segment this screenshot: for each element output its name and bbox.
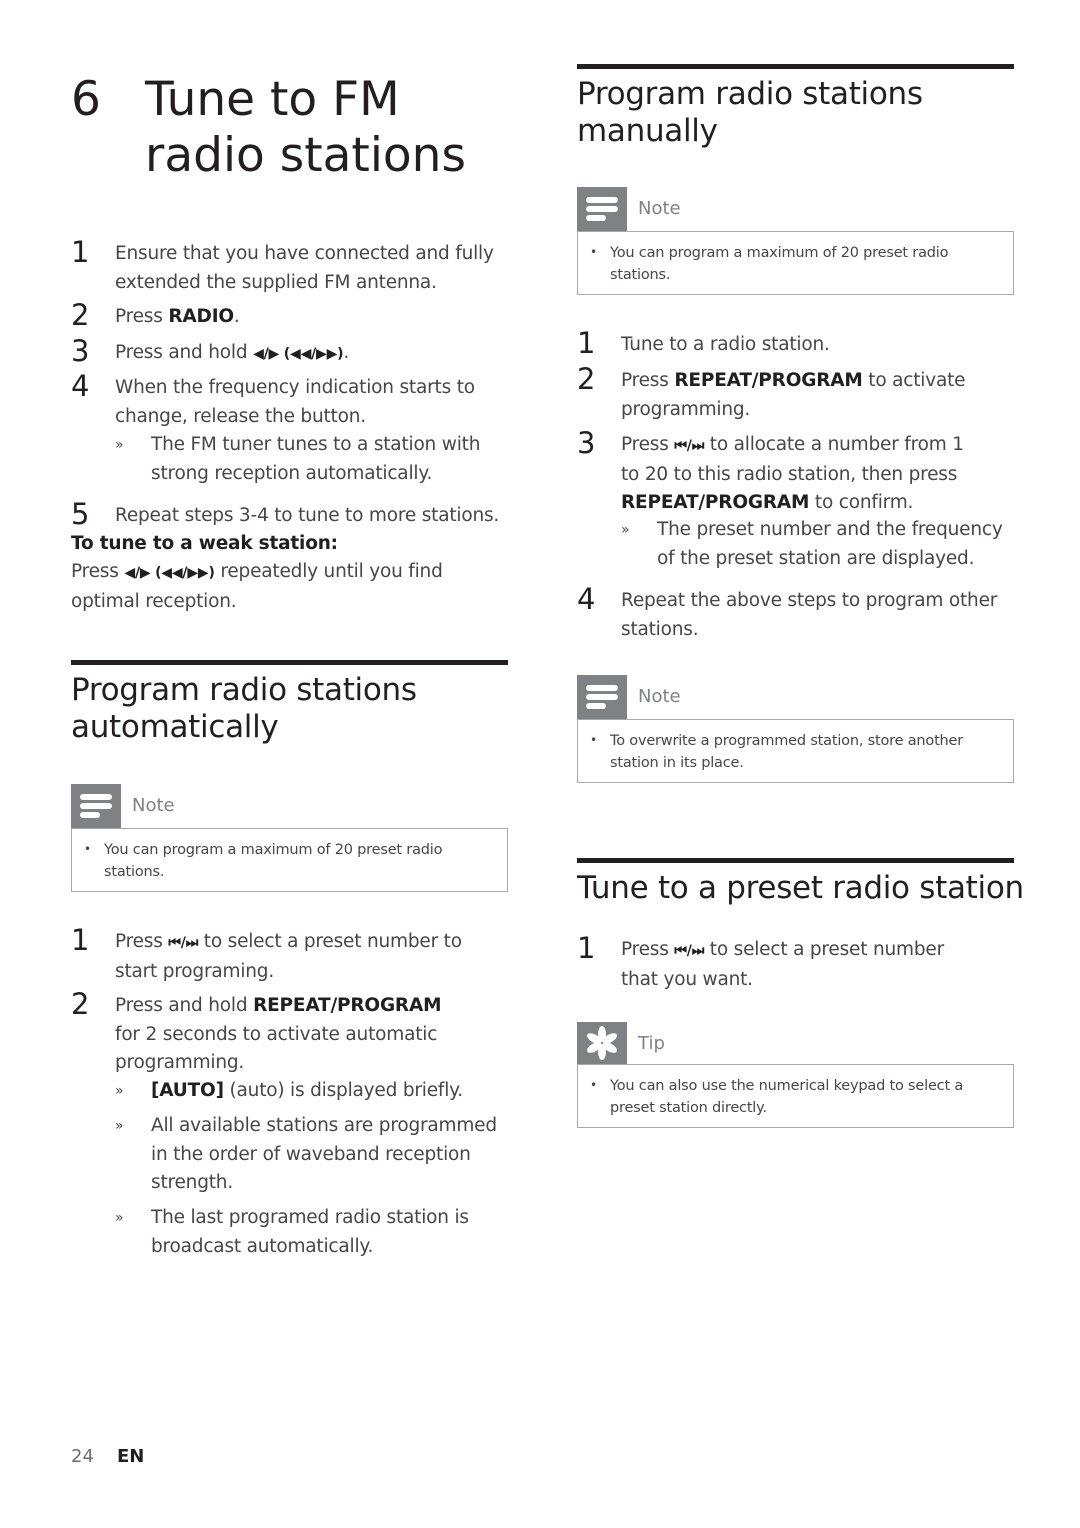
step-number: 4 bbox=[577, 582, 596, 616]
result-text: [AUTO] (auto) is displayed briefly. bbox=[151, 1080, 463, 1101]
note-body: • You can program a maximum of 20 preset… bbox=[71, 828, 508, 892]
step-number: 2 bbox=[577, 362, 596, 396]
section-title-auto: Program radio stations automatically bbox=[71, 672, 417, 745]
result-marker-icon: » bbox=[621, 522, 630, 538]
step-text: When the frequency indication starts to … bbox=[115, 377, 475, 427]
skip-prev-next-icon: ⏮/⏭ bbox=[674, 943, 705, 959]
bullet-icon: • bbox=[590, 245, 598, 259]
button-label-repeat-program: REPEAT/PROGRAM bbox=[253, 995, 442, 1016]
note-box-auto: Note • You can program a maximum of 20 p… bbox=[71, 784, 508, 892]
step-text: Press ⏮/⏭ to select a preset number that… bbox=[621, 939, 944, 990]
step-text: Press ⏮/⏭ to allocate a number from 1 to… bbox=[621, 434, 964, 513]
result-marker-icon: » bbox=[115, 1083, 124, 1099]
note-body: • To overwrite a programmed station, sto… bbox=[577, 719, 1014, 783]
tip-box: Tip • You can also use the numerical key… bbox=[577, 1022, 1014, 1128]
result-marker-icon: » bbox=[115, 1118, 124, 1134]
tune-buttons-icon: ◀/▶ (◀◀/▶▶) bbox=[253, 346, 344, 362]
chapter-title: Tune to FM radio stations bbox=[145, 72, 466, 183]
button-label-repeat-program: REPEAT/PROGRAM bbox=[621, 492, 810, 513]
tip-asterisk-icon bbox=[577, 1022, 627, 1064]
result-text: All available stations are programmed in… bbox=[151, 1115, 497, 1193]
section-title-preset: Tune to a preset radio station bbox=[577, 870, 1024, 906]
step-number: 2 bbox=[71, 298, 90, 332]
step-text: Press RADIO. bbox=[115, 306, 240, 327]
tip-text: You can also use the numerical keypad to… bbox=[610, 1078, 964, 1116]
page-number: 24 bbox=[71, 1446, 94, 1467]
step-text: Press and hold ◀/▶ (◀◀/▶▶). bbox=[115, 342, 350, 363]
step-number: 1 bbox=[577, 326, 596, 360]
result-text: The last programed radio station is broa… bbox=[151, 1207, 469, 1257]
step-number: 3 bbox=[71, 334, 90, 368]
skip-prev-next-icon: ⏮/⏭ bbox=[674, 438, 705, 454]
note-lines-icon bbox=[577, 187, 627, 231]
step-text: Press REPEAT/PROGRAM to activate program… bbox=[621, 370, 966, 420]
weak-station-text: Press ◀/▶ (◀◀/▶▶) repeatedly until you f… bbox=[71, 561, 443, 612]
step-text: Ensure that you have connected and fully… bbox=[115, 243, 494, 293]
step-number: 1 bbox=[577, 931, 596, 965]
step-text: Tune to a radio station. bbox=[621, 334, 830, 355]
step-number: 1 bbox=[71, 923, 90, 957]
result-text: The preset number and the frequency of t… bbox=[657, 519, 1003, 569]
note-label: Note bbox=[638, 198, 681, 219]
note-box-overwrite: Note • To overwrite a programmed station… bbox=[577, 675, 1014, 783]
note-label: Note bbox=[132, 795, 175, 816]
section-rule bbox=[577, 858, 1014, 863]
tip-body: • You can also use the numerical keypad … bbox=[577, 1064, 1014, 1128]
step-number: 3 bbox=[577, 426, 596, 460]
bullet-icon: • bbox=[590, 1078, 598, 1092]
note-lines-icon bbox=[577, 675, 627, 719]
note-lines-icon bbox=[71, 784, 121, 828]
step-text: Press and hold REPEAT/PROGRAM for 2 seco… bbox=[115, 995, 442, 1073]
tune-buttons-icon: ◀/▶ (◀◀/▶▶) bbox=[124, 565, 215, 581]
section-title-manual: Program radio stations manually bbox=[577, 76, 923, 149]
step-number: 4 bbox=[71, 369, 90, 403]
bullet-icon: • bbox=[590, 733, 598, 747]
bullet-icon: • bbox=[84, 842, 92, 856]
step-text: Repeat steps 3-4 to tune to more station… bbox=[115, 505, 500, 526]
note-text: To overwrite a programmed station, store… bbox=[610, 733, 964, 771]
step-number: 1 bbox=[71, 235, 90, 269]
section-rule bbox=[71, 660, 508, 665]
tip-label: Tip bbox=[638, 1033, 665, 1054]
language-code: EN bbox=[117, 1446, 145, 1467]
result-marker-icon: » bbox=[115, 437, 124, 453]
button-label-radio: RADIO bbox=[168, 306, 234, 327]
note-label: Note bbox=[638, 686, 681, 707]
chapter-number: 6 bbox=[71, 72, 101, 127]
step-text: Press ⏮/⏭ to select a preset number to s… bbox=[115, 931, 462, 982]
note-text: You can program a maximum of 20 preset r… bbox=[104, 842, 443, 880]
result-marker-icon: » bbox=[115, 1210, 124, 1226]
note-text: You can program a maximum of 20 preset r… bbox=[610, 245, 949, 283]
step-number: 5 bbox=[71, 497, 90, 531]
section-rule bbox=[577, 64, 1014, 69]
step-text: Repeat the above steps to program other … bbox=[621, 590, 998, 640]
note-body: • You can program a maximum of 20 preset… bbox=[577, 231, 1014, 295]
button-label-repeat-program: REPEAT/PROGRAM bbox=[674, 370, 863, 391]
note-box-manual: Note • You can program a maximum of 20 p… bbox=[577, 187, 1014, 295]
result-text: The FM tuner tunes to a station with str… bbox=[151, 434, 481, 484]
weak-station-heading: To tune to a weak station: bbox=[71, 533, 338, 554]
skip-prev-next-icon: ⏮/⏭ bbox=[168, 935, 199, 951]
step-number: 2 bbox=[71, 987, 90, 1021]
